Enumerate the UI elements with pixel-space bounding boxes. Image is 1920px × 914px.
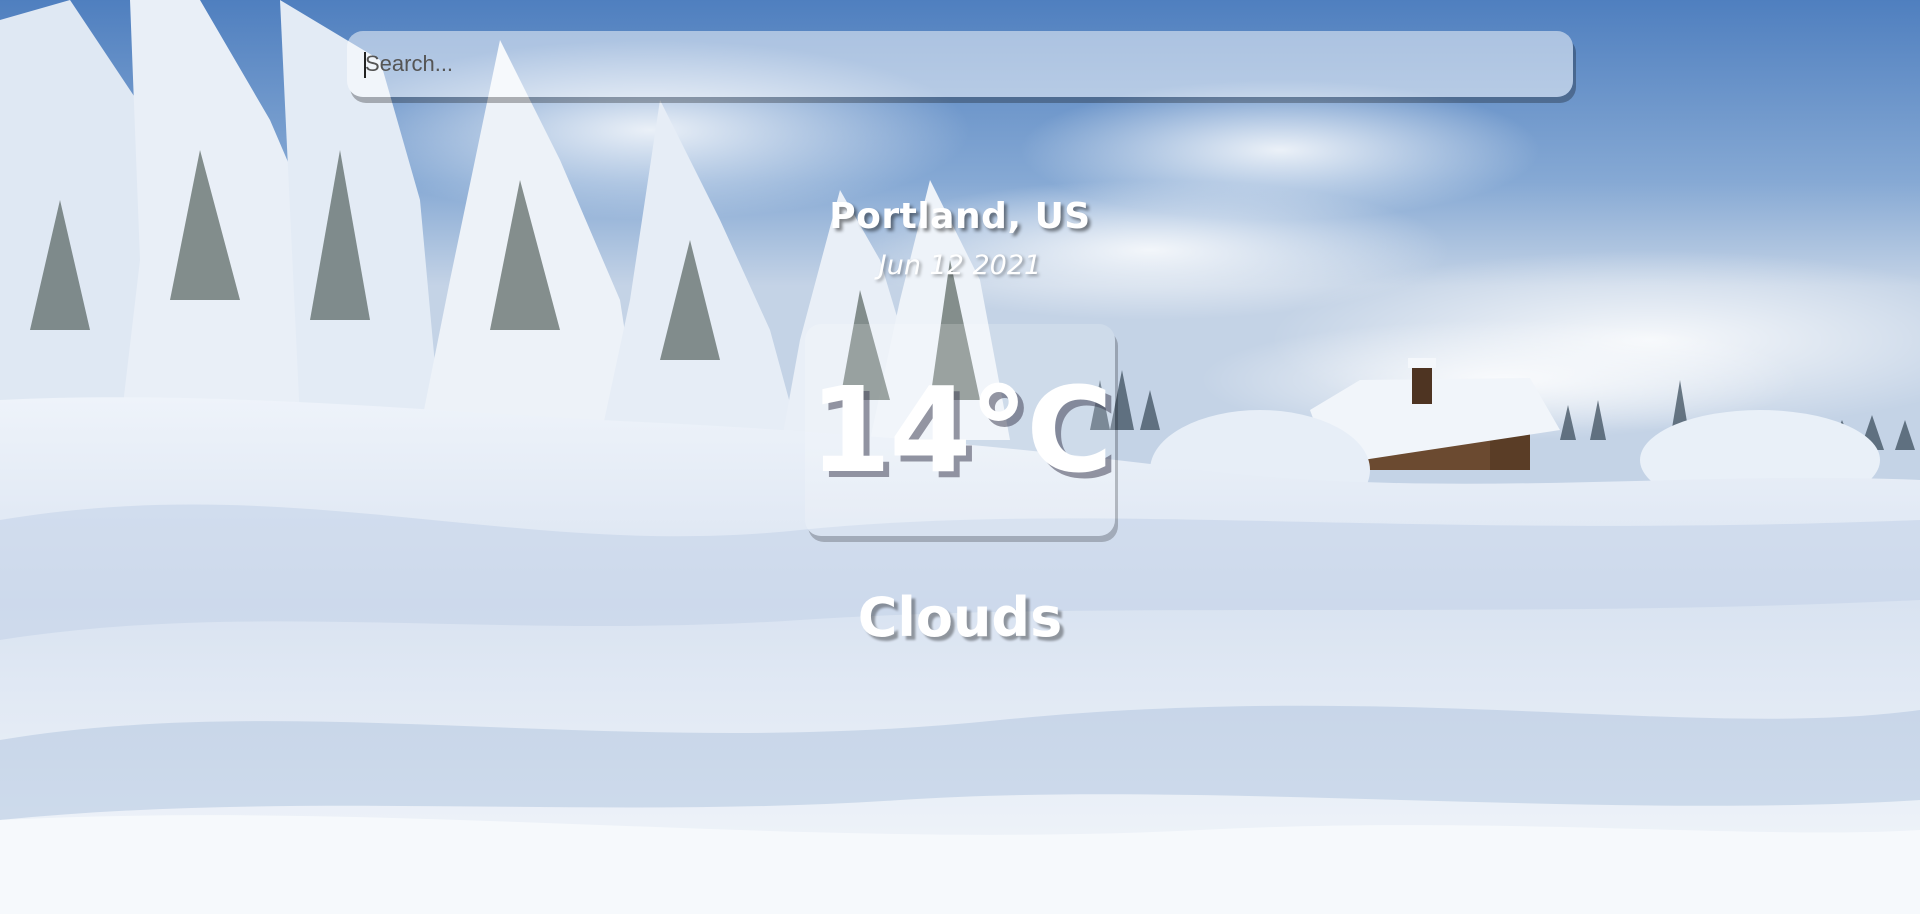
search-bar [347,31,1573,97]
location-label: Portland, US [829,196,1091,237]
text-cursor [364,52,366,78]
temperature-card: 14°C [805,324,1115,536]
weather-condition: Clouds [857,586,1063,649]
temperature-value: 14°C [809,361,1113,499]
search-input[interactable] [347,31,1573,97]
weather-app: Portland, US Jun 12 2021 14°C Clouds [0,0,1920,914]
date-label: Jun 12 2021 [878,250,1042,281]
